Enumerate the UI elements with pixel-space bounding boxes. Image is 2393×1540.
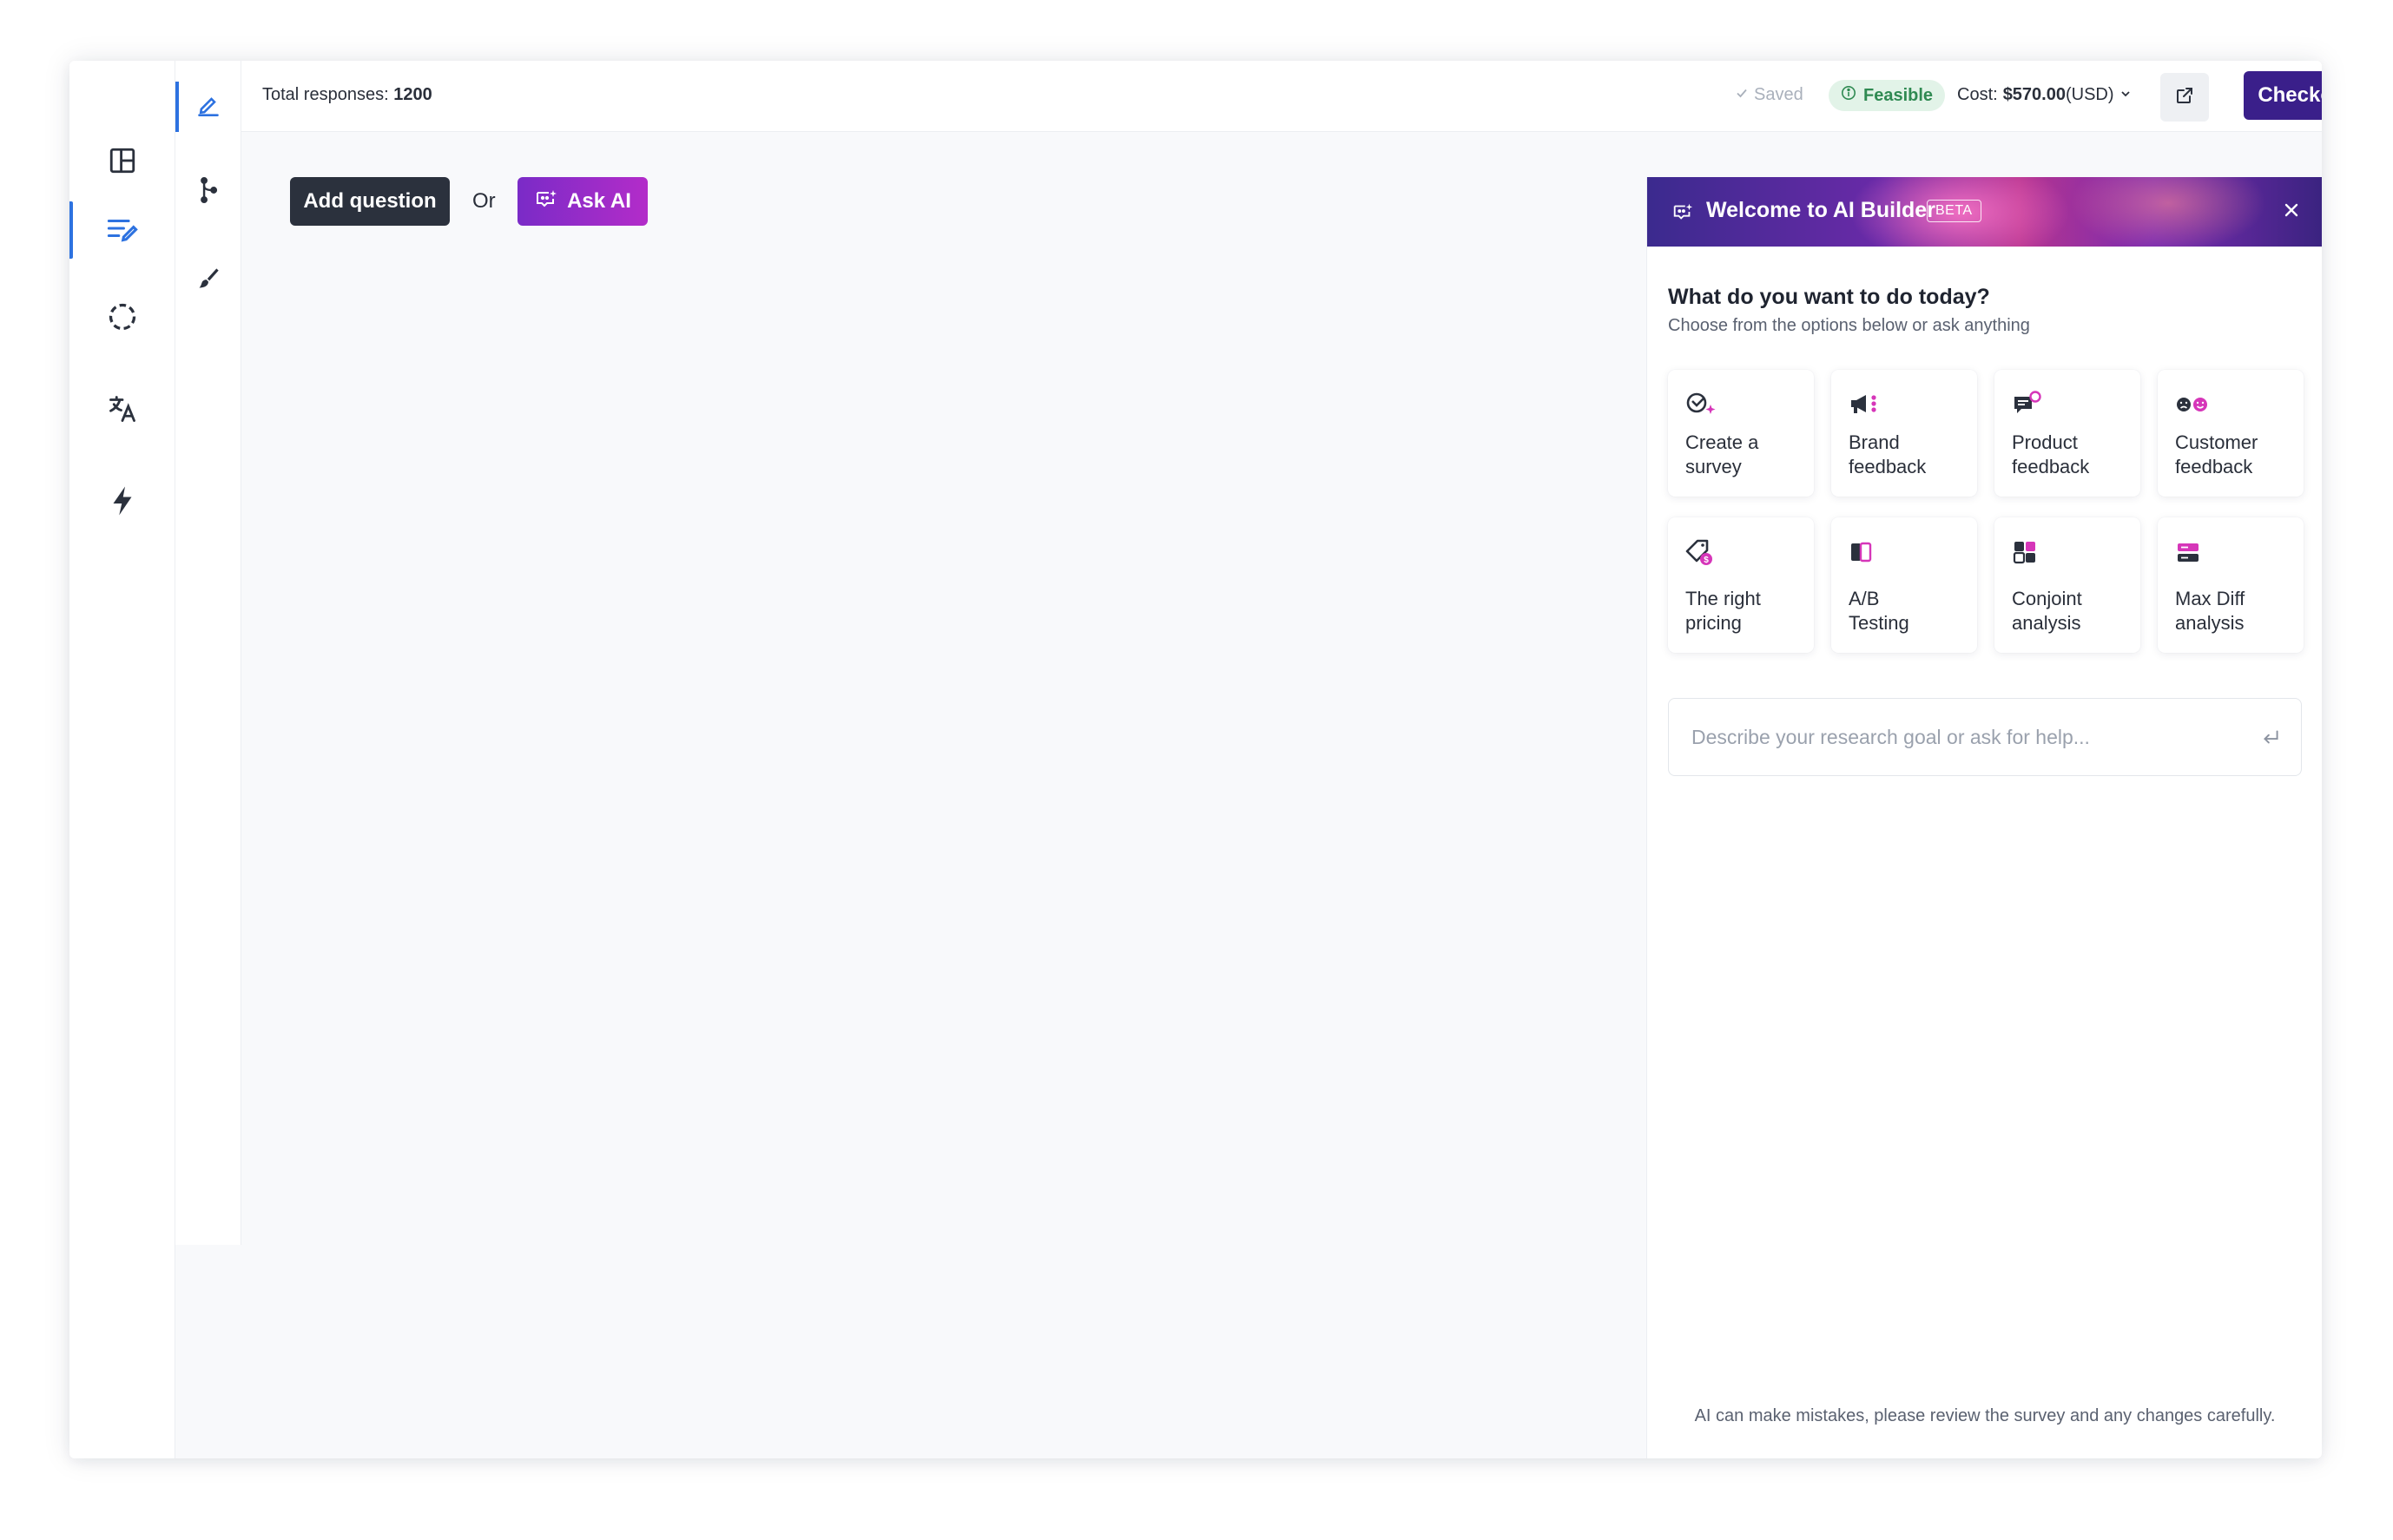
sidebar-item-editor[interactable] [69,201,175,259]
cost-value: $570.00 [2002,85,2066,104]
app-window: Total responses: 1200 Saved Feasible Cos… [69,61,2322,1458]
tool-edit[interactable] [175,82,241,132]
option-label: Brand feedback [1849,431,1927,477]
tool-column [175,61,241,1245]
ask-ai-button[interactable]: Ask AI [517,177,648,226]
ai-prompt-input[interactable] [1691,721,2230,753]
option-card-brand-feedback[interactable]: Brand feedback [1831,370,1977,497]
option-card-customer-feedback[interactable]: Customer feedback [2158,370,2304,497]
layout-icon [108,146,137,180]
maxdiff-icon [2175,538,2208,572]
option-label: A/B Testing [1849,588,1909,634]
conjoint-icon [2012,538,2045,572]
lightning-icon [109,485,135,521]
close-panel-button[interactable] [2276,196,2307,227]
open-preview-button[interactable] [2160,73,2209,122]
panel-subheading: Choose from the options below or ask any… [1668,316,2030,335]
saved-label: Saved [1754,85,1803,104]
ai-prompt-box[interactable] [1668,698,2302,776]
option-label: Product feedback [2012,431,2090,477]
ai-chat-icon [534,188,558,215]
dashed-circle-icon [107,301,138,337]
ab-split-icon [1849,538,1882,572]
edit-list-icon [106,214,139,247]
beta-badge: BETA [1927,200,1981,222]
option-card-conjoint[interactable]: Conjoint analysis [1994,517,2140,653]
total-responses-label: Total responses: [262,85,389,104]
chevron-down-icon [2119,85,2132,105]
tool-design[interactable] [175,255,241,306]
cost-label: Cost: [1957,85,1998,104]
branch-icon [197,176,220,208]
check-icon [1735,85,1749,105]
primary-sidebar [69,61,175,1458]
close-icon [2283,201,2300,223]
translate-icon [107,393,138,429]
chat-badge-icon [2012,391,2045,423]
info-circle-icon [1841,85,1856,106]
sidebar-item-overview[interactable] [69,134,175,191]
saved-status: Saved [1735,85,1803,105]
price-tag-icon: $ [1685,538,1718,572]
feasible-badge: Feasible [1829,80,1946,111]
total-responses-value: 1200 [393,85,432,104]
panel-heading: What do you want to do today? [1668,285,1990,309]
external-link-icon [2174,85,2195,110]
top-bar: Total responses: 1200 Saved Feasible Cos… [241,61,2322,132]
option-card-pricing[interactable]: $ The right pricing [1668,517,1814,653]
ask-ai-label: Ask AI [567,189,631,213]
tool-logic[interactable] [175,167,241,217]
option-card-product-feedback[interactable]: Product feedback [1994,370,2140,497]
option-label: Customer feedback [2175,431,2258,477]
ai-chat-icon [1671,201,1694,227]
option-label: Max Diff analysis [2175,588,2245,634]
pen-icon [196,93,221,122]
brush-icon [196,267,221,295]
ai-disclaimer: AI can make mistakes, please review the … [1694,1406,2276,1425]
option-label: Create a survey [1685,431,1759,477]
ai-builder-panel: Welcome to AI Builder BETA What do you w… [1646,177,2322,1458]
sidebar-item-automation[interactable] [69,474,175,531]
checkout-button[interactable]: Checkout [2244,71,2322,120]
megaphone-icon [1849,391,1882,423]
svg-text:$: $ [1704,556,1709,565]
option-label: The right pricing [1685,588,1761,634]
option-card-create-survey[interactable]: Create a survey [1668,370,1814,497]
faces-icon [2175,391,2212,423]
option-label: Conjoint analysis [2012,588,2082,634]
ai-builder-header: Welcome to AI Builder BETA [1647,177,2322,247]
cost-currency: (USD) [2065,85,2114,104]
total-responses: Total responses: 1200 [262,85,432,105]
or-label: Or [472,189,496,213]
survey-sparkle-icon [1685,391,1718,423]
add-question-button[interactable]: Add question [290,177,450,226]
feasible-label: Feasible [1863,85,1934,105]
option-card-maxdiff[interactable]: Max Diff analysis [2158,517,2304,653]
ai-builder-title: Welcome to AI Builder [1706,198,1935,222]
option-card-ab-testing[interactable]: A/B Testing [1831,517,1977,653]
enter-icon[interactable] [2259,727,2282,754]
sidebar-item-audience[interactable] [69,290,175,347]
sidebar-item-translate[interactable] [69,382,175,439]
cost-dropdown[interactable]: Cost: $570.00 (USD) [1957,85,2132,105]
